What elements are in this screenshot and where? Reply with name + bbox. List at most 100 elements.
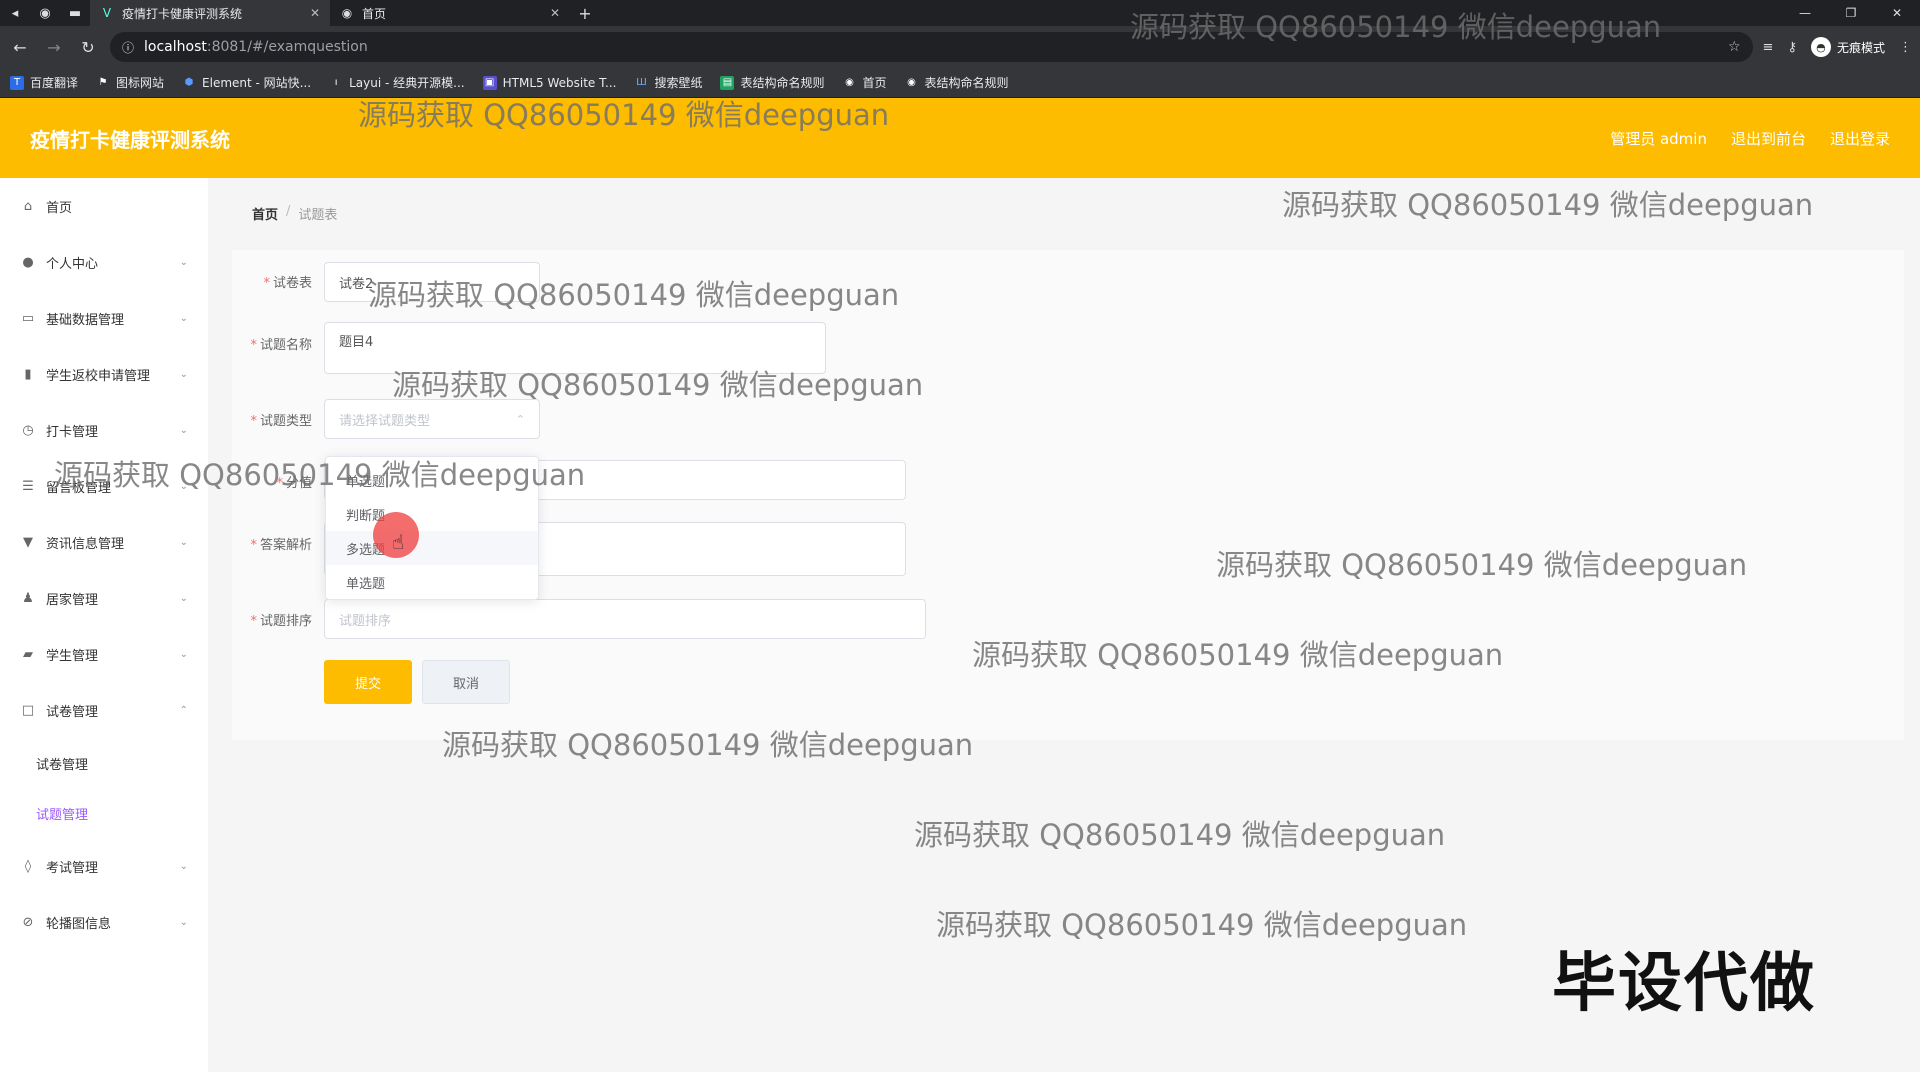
submenu-item-paper-manage[interactable]: 试卷管理	[0, 738, 208, 788]
bookmark-item[interactable]: ◉ 表结构命名规则	[905, 74, 1008, 91]
flag-icon: ⚑	[98, 77, 108, 88]
question-sort-input[interactable]: 试题排序	[324, 599, 926, 639]
breadcrumb: 首页 / 试题表	[252, 204, 337, 223]
bookmark-label: HTML5 Website T...	[502, 75, 617, 90]
address-bar: ← → ↻ ⓘ localhost:8081/#/examquestion ☆ …	[0, 26, 1920, 68]
more-menu-icon[interactable]: ⋮	[1899, 40, 1912, 55]
window-icon[interactable]: ▬	[60, 0, 90, 26]
submenu-item-question-manage[interactable]: 试题管理	[0, 788, 208, 838]
user-icon: ●	[22, 254, 34, 270]
audio-icon[interactable]: ◂	[0, 0, 30, 26]
breadcrumb-current: 试题表	[298, 208, 338, 223]
question-type-dropdown: 单选题 判断题 多选题 单选题	[325, 456, 539, 600]
dropdown-option[interactable]: 多选题	[326, 531, 538, 565]
bookmark-item[interactable]: ◉ 首页	[842, 74, 886, 91]
sidebar-item-home[interactable]: ⌂ 首页	[0, 178, 208, 234]
phone-icon: ▼	[23, 534, 33, 550]
sidebar-item-label: 个人中心	[46, 256, 99, 272]
reload-icon[interactable]: ↻	[76, 38, 100, 57]
chevron-up-icon: ⌃	[515, 412, 525, 426]
breadcrumb-home[interactable]: 首页	[252, 204, 278, 223]
close-icon[interactable]: ✕	[550, 6, 560, 20]
url-path: :8081/#/examquestion	[206, 39, 368, 55]
chevron-down-icon: ⌄	[179, 480, 188, 492]
bookmark-label: 图标网站	[116, 76, 165, 90]
incognito-label: 无痕模式	[1836, 40, 1885, 55]
dropdown-option[interactable]: 单选题	[326, 565, 538, 599]
watermark-text: 源码获取 QQ86050149 微信deepguan	[914, 818, 1446, 852]
minimize-icon[interactable]: —	[1782, 0, 1828, 26]
sidebar-item-student[interactable]: ▰ 学生管理 ⌄	[0, 626, 208, 682]
forward-icon[interactable]: →	[42, 38, 66, 57]
info-icon[interactable]: ⓘ	[122, 39, 134, 56]
to-front-link[interactable]: 退出到前台	[1731, 128, 1806, 149]
question-name-textarea[interactable]: 题目4	[324, 322, 826, 374]
list-icon: ☰	[22, 478, 34, 494]
wallpaper-icon: Ш	[636, 77, 647, 88]
sidebar-item-message[interactable]: ☰ 留言板管理 ⌄	[0, 458, 208, 514]
question-sort-label: * 试题排序	[250, 614, 312, 629]
paper-label: * 试卷表	[263, 276, 312, 291]
tab-app[interactable]: V 疫情打卡健康评测系统 ✕	[90, 0, 330, 26]
chevron-down-icon: ⌄	[179, 592, 188, 604]
home-icon: ⌂	[23, 198, 33, 214]
sidebar-item-exam[interactable]: ◊ 考试管理 ⌄	[0, 838, 208, 894]
bookmark-item[interactable]: ı Layui - 经典开源模...	[329, 74, 465, 91]
bookmark-label: 首页	[862, 76, 887, 90]
bookmark-item[interactable]: ⬢ Element - 网站快...	[182, 74, 311, 91]
bookmark-item[interactable]: ▤ 表结构命名规则	[720, 74, 824, 91]
image-icon: ⊘	[22, 914, 34, 930]
bookmark-item[interactable]: ⚑ 图标网站	[96, 74, 165, 91]
dropdown-option[interactable]: 判断题	[326, 497, 538, 531]
sidebar-item-profile[interactable]: ● 个人中心 ⌄	[0, 234, 208, 290]
chevron-up-icon: ⌃	[179, 704, 188, 716]
bookmark-item[interactable]: Ш 搜索壁纸	[634, 74, 702, 91]
sidebar-item-label: 轮播图信息	[46, 916, 112, 932]
watermark-text: 源码获取 QQ86050149 微信deepguan	[936, 908, 1468, 942]
vue-icon: V	[102, 6, 112, 20]
bookmark-label: Layui - 经典开源模...	[349, 76, 465, 90]
layui-icon: ı	[334, 77, 338, 88]
bookmark-item[interactable]: T 百度翻译	[10, 74, 78, 91]
sidebar-item-basic-data[interactable]: ▭ 基础数据管理 ⌄	[0, 290, 208, 346]
chevron-down-icon: ⌄	[179, 256, 188, 268]
paper-select[interactable]: 试卷2	[324, 262, 540, 302]
close-icon[interactable]: ✕	[310, 6, 320, 20]
cancel-button[interactable]: 取消	[422, 660, 510, 704]
url-input[interactable]: ⓘ localhost:8081/#/examquestion ☆	[110, 32, 1753, 62]
sidebar-item-label: 资讯信息管理	[46, 536, 125, 552]
submit-button[interactable]: 提交	[324, 660, 412, 704]
sidebar-item-news[interactable]: ▼ 资讯信息管理 ⌄	[0, 514, 208, 570]
star-icon[interactable]: ☆	[1728, 39, 1741, 55]
sidebar-item-paper[interactable]: □ 试卷管理 ⌃	[0, 682, 208, 738]
card-icon: ▭	[21, 310, 35, 326]
sidebar-item-carousel[interactable]: ⊘ 轮播图信息 ⌄	[0, 894, 208, 950]
sidebar-item-label: 居家管理	[46, 592, 99, 608]
hand-cursor-icon: ☝	[392, 530, 405, 554]
bookmark-item[interactable]: ▣ HTML5 Website T...	[482, 75, 617, 90]
reading-list-icon[interactable]: ≡	[1763, 40, 1774, 55]
new-tab-button[interactable]: +	[570, 0, 600, 26]
key-icon[interactable]: ⚷	[1787, 40, 1797, 55]
sidebar-item-label: 留言板管理	[46, 480, 112, 496]
sidebar-item-checkin[interactable]: ◷ 打卡管理 ⌄	[0, 402, 208, 458]
student-icon: ▰	[23, 646, 33, 662]
sidebar-item-home-quarantine[interactable]: ♟ 居家管理 ⌄	[0, 570, 208, 626]
globe-icon[interactable]: ◉	[30, 0, 60, 26]
html5-icon: ▣	[482, 75, 497, 90]
logout-link[interactable]: 退出登录	[1830, 128, 1890, 149]
sidebar-item-return-apply[interactable]: ▮ 学生返校申请管理 ⌄	[0, 346, 208, 402]
dropdown-option[interactable]: 单选题	[326, 463, 538, 497]
app-title: 疫情打卡健康评测系统	[30, 127, 230, 152]
sheet-icon: ▤	[720, 75, 735, 90]
back-icon[interactable]: ←	[8, 38, 32, 57]
chevron-down-icon: ⌄	[179, 536, 188, 548]
question-type-select[interactable]: 请选择试题类型 ⌃	[324, 399, 540, 439]
url-host: localhost	[144, 39, 207, 55]
restore-icon[interactable]: ❐	[1828, 0, 1874, 26]
paper-icon: □	[21, 702, 35, 718]
tab-home[interactable]: ◉ 首页 ✕	[330, 0, 570, 26]
close-window-icon[interactable]: ✕	[1874, 0, 1920, 26]
chevron-down-icon: ⌄	[179, 368, 188, 380]
incognito-indicator[interactable]: ◓ 无痕模式	[1810, 37, 1885, 57]
